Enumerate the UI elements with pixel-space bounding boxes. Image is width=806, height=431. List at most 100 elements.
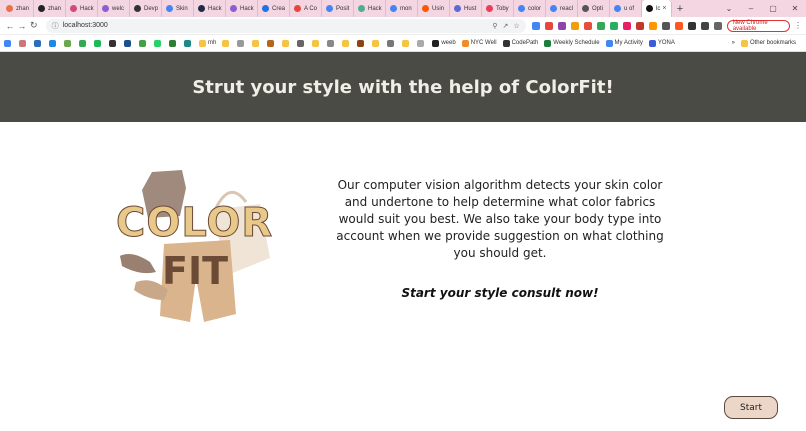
bookmark-item[interactable] xyxy=(222,39,231,47)
reload-icon[interactable]: ↻ xyxy=(28,20,40,31)
tab-search-icon[interactable]: ⌄ xyxy=(718,4,740,13)
bookmark-item[interactable] xyxy=(19,39,28,47)
bookmark-item[interactable]: My Activity xyxy=(605,39,643,47)
extension-icon[interactable] xyxy=(661,21,670,30)
extension-icon[interactable] xyxy=(531,21,540,30)
extension-icon[interactable] xyxy=(713,21,722,30)
other-bookmarks-folder[interactable]: Other bookmarks xyxy=(740,39,796,47)
tab-favicon-icon xyxy=(102,5,109,12)
bookmark-item[interactable] xyxy=(267,39,276,47)
bookmark-item[interactable] xyxy=(342,39,351,47)
bookmark-item[interactable]: Weekly Schedule xyxy=(544,39,600,47)
browser-tab[interactable]: Hust xyxy=(450,0,482,17)
start-button[interactable]: Start xyxy=(724,396,778,419)
description-text: Our computer vision algorithm detects yo… xyxy=(336,178,664,260)
browser-tab[interactable]: Opti xyxy=(578,0,610,17)
browser-tab[interactable]: Crea xyxy=(258,0,290,17)
extension-icon[interactable] xyxy=(648,21,657,30)
maximize-icon[interactable]: ▢ xyxy=(762,4,784,13)
bookmark-favicon-icon xyxy=(109,39,116,47)
tab-favicon-icon xyxy=(582,5,589,12)
tab-label: zhan xyxy=(16,5,30,12)
extension-icon[interactable] xyxy=(544,21,553,30)
browser-tab[interactable]: mon xyxy=(386,0,418,17)
bookmark-item[interactable] xyxy=(357,39,366,47)
extension-icon[interactable] xyxy=(674,21,683,30)
bookmark-item[interactable] xyxy=(327,39,336,47)
browser-tab[interactable]: Usin xyxy=(418,0,450,17)
browser-tab[interactable]: zhan xyxy=(34,0,66,17)
tab-close-icon[interactable]: × xyxy=(662,5,666,12)
bookmarks-overflow-icon[interactable]: » xyxy=(732,40,735,46)
site-info-icon[interactable]: ⓘ xyxy=(52,21,59,31)
bookmark-item[interactable] xyxy=(94,39,103,47)
browser-tab[interactable]: Devp xyxy=(130,0,162,17)
menu-icon[interactable]: ⋮ xyxy=(794,21,802,30)
share-icon[interactable]: ↗ xyxy=(503,22,509,30)
browser-tab[interactable]: Hack xyxy=(66,0,98,17)
bookmark-item[interactable] xyxy=(252,39,261,47)
extension-icon[interactable] xyxy=(570,21,579,30)
bookmark-item[interactable]: mh xyxy=(199,39,216,47)
bookmark-star-icon[interactable]: ☆ xyxy=(513,22,519,30)
browser-tab[interactable]: Hack xyxy=(354,0,386,17)
bookmark-item[interactable] xyxy=(417,39,426,47)
browser-tab[interactable]: welc xyxy=(98,0,130,17)
bookmark-item[interactable] xyxy=(109,39,118,47)
bookmark-item[interactable] xyxy=(34,39,43,47)
browser-tab[interactable]: color xyxy=(514,0,546,17)
back-icon[interactable]: ← xyxy=(4,21,16,31)
browser-tab[interactable]: reacl xyxy=(546,0,578,17)
bookmark-item[interactable] xyxy=(237,39,246,47)
tab-label: u of xyxy=(624,5,635,12)
bookmark-item[interactable] xyxy=(64,39,73,47)
zoom-icon[interactable]: ⚲ xyxy=(492,22,497,30)
minimize-icon[interactable]: – xyxy=(740,4,762,13)
other-bookmarks-label: Other bookmarks xyxy=(749,40,796,46)
bookmark-item[interactable]: NYC Well xyxy=(461,39,497,47)
bookmark-item[interactable] xyxy=(4,39,13,47)
browser-tab[interactable]: zhan xyxy=(2,0,34,17)
bookmark-item[interactable] xyxy=(154,39,163,47)
address-bar[interactable]: ⓘ localhost:3000 ⚲ ↗ ☆ xyxy=(45,18,526,33)
bookmark-item[interactable] xyxy=(184,39,193,47)
bookmark-item[interactable] xyxy=(139,39,148,47)
bookmark-item[interactable] xyxy=(169,39,178,47)
bookmark-item[interactable] xyxy=(402,39,411,47)
browser-tab[interactable]: A Co xyxy=(290,0,322,17)
browser-tab[interactable]: Hack xyxy=(226,0,258,17)
bookmark-item[interactable] xyxy=(312,39,321,47)
forward-icon[interactable]: → xyxy=(16,21,28,31)
extension-icon[interactable] xyxy=(596,21,605,30)
bookmark-item[interactable] xyxy=(387,39,396,47)
browser-tab[interactable]: Posit xyxy=(322,0,354,17)
extension-icon[interactable] xyxy=(687,21,696,30)
extension-icon[interactable] xyxy=(557,21,566,30)
extension-icon[interactable] xyxy=(700,21,709,30)
extension-icon[interactable] xyxy=(609,21,618,30)
bookmark-item[interactable] xyxy=(372,39,381,47)
bookmark-item[interactable] xyxy=(297,39,306,47)
extension-icon[interactable] xyxy=(635,21,644,30)
browser-tab[interactable]: Toby xyxy=(482,0,514,17)
tab-favicon-icon xyxy=(422,5,429,12)
bookmark-item[interactable] xyxy=(124,39,133,47)
browser-tab[interactable]: Hack xyxy=(194,0,226,17)
bookmark-item[interactable]: weeb xyxy=(432,39,456,47)
extension-icon[interactable] xyxy=(583,21,592,30)
chrome-update-button[interactable]: New Chrome available xyxy=(726,19,790,32)
bookmark-item[interactable] xyxy=(79,39,88,47)
bookmark-item[interactable]: CodePath xyxy=(502,39,538,47)
close-window-icon[interactable]: ✕ xyxy=(784,4,806,13)
bookmark-favicon-icon xyxy=(237,39,245,47)
logo-word-fit: FIT xyxy=(162,249,228,293)
hero-banner: Strut your style with the help of ColorF… xyxy=(0,52,806,122)
bookmark-item[interactable]: YONA xyxy=(648,39,675,47)
bookmark-item[interactable] xyxy=(49,39,58,47)
browser-tab[interactable]: Skin xyxy=(162,0,194,17)
new-tab-button[interactable]: + xyxy=(672,0,688,17)
extension-icon[interactable] xyxy=(622,21,631,30)
browser-tab[interactable]: u of xyxy=(610,0,642,17)
tab-active[interactable]: lc × xyxy=(642,0,672,17)
bookmark-item[interactable] xyxy=(282,39,291,47)
